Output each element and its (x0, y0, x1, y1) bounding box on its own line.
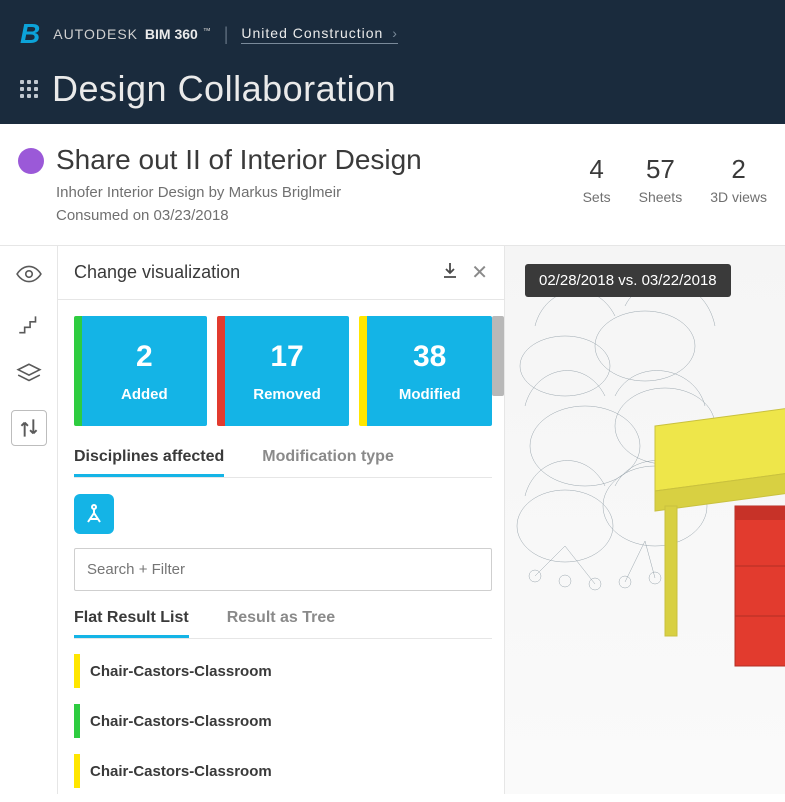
company-name: United Construction (241, 25, 383, 41)
card-modified[interactable]: 38 Modified (359, 316, 492, 426)
main-area: Change visualization ✕ 2 Added 17 Remove… (0, 246, 785, 794)
filter-tabs: Disciplines affected Modification type (74, 448, 492, 478)
panel-title: Change visualization (74, 262, 240, 283)
result-item-label: Chair-Castors-Classroom (90, 663, 272, 680)
package-meta-author: Inhofer Interior Design by Markus Briglm… (56, 182, 422, 205)
app-launcher-icon[interactable] (20, 80, 38, 98)
panel-actions: ✕ (443, 260, 488, 285)
brand-light: AUTODESK (53, 26, 138, 42)
eye-icon[interactable] (15, 260, 43, 288)
discipline-architecture-icon[interactable] (74, 494, 114, 534)
layers-icon[interactable] (15, 360, 43, 388)
tab-modification-type[interactable]: Modification type (262, 448, 394, 477)
result-view-tabs: Flat Result List Result as Tree (74, 609, 492, 639)
left-rail (0, 246, 58, 794)
status-bar-icon (74, 654, 80, 688)
status-bar-icon (74, 754, 80, 788)
subheader: Share out II of Interior Design Inhofer … (0, 124, 785, 246)
result-item[interactable]: Chair-Castors-Classroom (74, 751, 492, 791)
result-list: Chair-Castors-Classroom Chair-Castors-Cl… (74, 651, 492, 791)
stat-3dviews-label: 3D views (710, 189, 767, 205)
card-added-num: 2 (136, 340, 153, 374)
search-filter-input[interactable] (74, 548, 492, 591)
tab-flat-list[interactable]: Flat Result List (74, 609, 189, 638)
stairs-icon[interactable] (15, 310, 43, 338)
card-removed-label: Removed (253, 386, 321, 403)
page-title: Design Collaboration (52, 68, 396, 110)
package-status-dot-icon (18, 148, 44, 174)
panel-body: 2 Added 17 Removed 38 Modified Disciplin… (58, 300, 504, 794)
result-item[interactable]: Chair-Castors-Classroom (74, 651, 492, 691)
package-meta-date: Consumed on 03/23/2018 (56, 205, 422, 228)
stat-sets-value: 4 (583, 154, 611, 185)
divider-icon: | (224, 24, 230, 45)
app-header: B AUTODESK BIM 360 ™ | United Constructi… (0, 0, 785, 124)
autodesk-logo-icon: B (20, 18, 41, 50)
card-modified-num: 38 (413, 340, 446, 374)
subheader-left: Share out II of Interior Design Inhofer … (18, 144, 422, 227)
card-added-label: Added (121, 386, 168, 403)
card-removed[interactable]: 17 Removed (217, 316, 350, 426)
header-top-row: B AUTODESK BIM 360 ™ | United Constructi… (20, 18, 765, 50)
trademark-icon: ™ (203, 26, 212, 35)
card-removed-num: 17 (270, 340, 303, 374)
compare-date-badge: 02/28/2018 vs. 03/22/2018 (525, 264, 731, 297)
stat-sets-label: Sets (583, 189, 611, 205)
tab-tree[interactable]: Result as Tree (227, 609, 336, 638)
stat-sheets[interactable]: 57 Sheets (639, 154, 683, 227)
stat-sets[interactable]: 4 Sets (583, 154, 611, 227)
change-panel: Change visualization ✕ 2 Added 17 Remove… (58, 246, 505, 794)
stat-sheets-value: 57 (639, 154, 683, 185)
tab-disciplines[interactable]: Disciplines affected (74, 448, 224, 477)
close-icon[interactable]: ✕ (471, 260, 488, 285)
stat-3dviews-value: 2 (710, 154, 767, 185)
brand-bold: BIM 360 (145, 26, 198, 42)
stats-row: 4 Sets 57 Sheets 2 3D views (583, 154, 767, 227)
card-modified-label: Modified (399, 386, 461, 403)
result-item-label: Chair-Castors-Classroom (90, 763, 272, 780)
panel-header: Change visualization ✕ (58, 246, 504, 300)
stat-sheets-label: Sheets (639, 189, 683, 205)
brand-text: AUTODESK BIM 360 ™ (53, 26, 211, 42)
chevron-right-icon: › (392, 25, 398, 41)
result-item[interactable]: Chair-Castors-Classroom (74, 701, 492, 741)
3d-viewer[interactable]: 02/28/2018 vs. 03/22/2018 (505, 246, 785, 794)
summary-cards: 2 Added 17 Removed 38 Modified (74, 316, 492, 426)
download-icon[interactable] (443, 262, 457, 283)
stat-3dviews[interactable]: 2 3D views (710, 154, 767, 227)
header-title-row: Design Collaboration (20, 68, 765, 110)
package-title: Share out II of Interior Design (56, 144, 422, 176)
result-item-label: Chair-Castors-Classroom (90, 713, 272, 730)
company-dropdown[interactable]: United Construction › (241, 25, 398, 44)
scrollbar-thumb[interactable] (492, 316, 504, 396)
status-bar-icon (74, 704, 80, 738)
card-added[interactable]: 2 Added (74, 316, 207, 426)
compare-arrows-icon[interactable] (11, 410, 47, 446)
